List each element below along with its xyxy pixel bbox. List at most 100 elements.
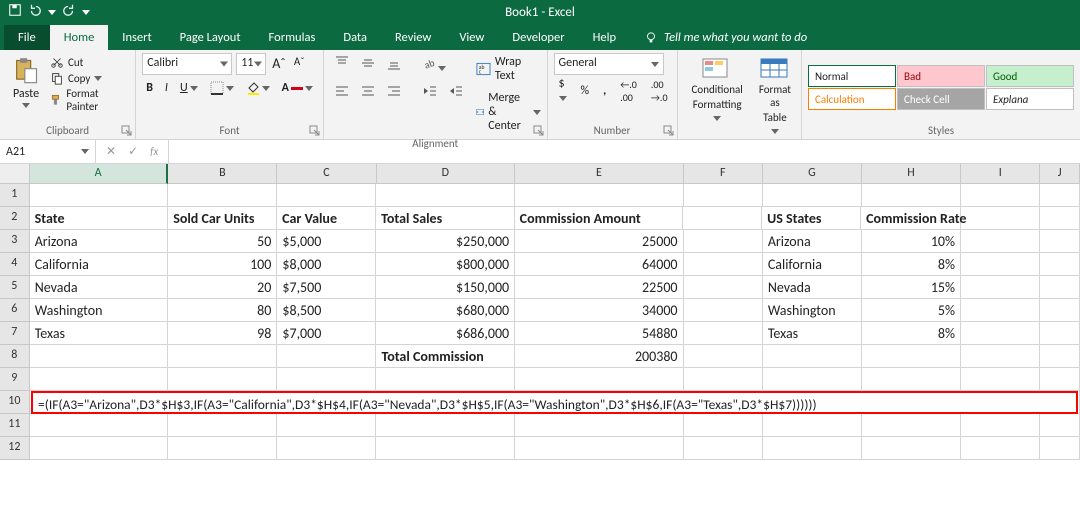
style-check-cell[interactable]: Check Cell <box>897 88 985 110</box>
cell[interactable] <box>277 345 376 368</box>
cell[interactable] <box>862 414 961 437</box>
cell[interactable] <box>961 368 1040 391</box>
row-header[interactable]: 4 <box>0 253 30 276</box>
style-normal[interactable]: Normal <box>808 65 896 87</box>
cell[interactable] <box>30 345 169 368</box>
row-header[interactable]: 3 <box>0 230 30 253</box>
cell[interactable]: 15% <box>862 276 961 299</box>
align-right-button[interactable] <box>382 81 406 105</box>
cell[interactable] <box>277 414 376 437</box>
cell[interactable]: Texas <box>763 322 862 345</box>
cell[interactable] <box>961 437 1040 460</box>
align-top-button[interactable] <box>330 53 354 77</box>
col-header[interactable]: E <box>515 164 683 184</box>
cell[interactable] <box>1040 253 1080 276</box>
cell[interactable] <box>376 184 515 207</box>
cut-button[interactable]: Cut <box>50 55 125 69</box>
redo-icon[interactable] <box>62 3 76 21</box>
cell[interactable] <box>1040 322 1080 345</box>
tab-page-layout[interactable]: Page Layout <box>166 25 255 50</box>
cell[interactable] <box>1040 207 1080 230</box>
cell[interactable] <box>961 276 1040 299</box>
font-size-shrink[interactable]: Aˇ <box>292 53 307 75</box>
cell[interactable]: 34000 <box>515 299 683 322</box>
cell[interactable] <box>30 437 169 460</box>
cell[interactable]: 64000 <box>515 253 683 276</box>
cell[interactable] <box>684 437 763 460</box>
insert-function-icon[interactable]: fx <box>150 145 158 158</box>
paste-button[interactable]: Paste <box>6 53 46 112</box>
cell[interactable] <box>1040 276 1080 299</box>
format-as-table-button[interactable]: Format as Table <box>751 53 799 141</box>
font-size-grow[interactable]: Aˆ <box>270 53 288 75</box>
cell[interactable] <box>277 368 376 391</box>
format-painter-button[interactable]: Format Painter <box>50 87 125 113</box>
row-header[interactable]: 6 <box>0 299 30 322</box>
cell[interactable] <box>862 184 961 207</box>
cell[interactable] <box>763 345 862 368</box>
cell[interactable] <box>684 345 763 368</box>
formula-input[interactable] <box>169 140 1080 163</box>
cell[interactable] <box>862 437 961 460</box>
bold-button[interactable]: B <box>142 79 157 97</box>
cell[interactable]: $250,000 <box>376 230 515 253</box>
tab-formulas[interactable]: Formulas <box>255 25 330 50</box>
clipboard-launcher-icon[interactable] <box>121 125 133 137</box>
cell[interactable]: 20 <box>168 276 277 299</box>
number-format-select[interactable]: General <box>554 53 664 75</box>
tab-review[interactable]: Review <box>381 25 445 50</box>
cell[interactable]: Sold Car Units <box>168 207 277 230</box>
cell[interactable] <box>684 368 763 391</box>
tab-view[interactable]: View <box>445 25 498 50</box>
col-header[interactable]: G <box>763 164 862 184</box>
cell[interactable]: $150,000 <box>376 276 515 299</box>
cell[interactable] <box>961 184 1040 207</box>
underline-button[interactable]: U <box>176 79 202 97</box>
percent-format-button[interactable]: % <box>576 82 595 100</box>
font-name-select[interactable]: Calibri <box>142 53 232 75</box>
cell[interactable] <box>684 276 763 299</box>
cell[interactable] <box>961 253 1040 276</box>
cell[interactable] <box>684 322 763 345</box>
tab-developer[interactable]: Developer <box>498 25 578 50</box>
cell[interactable]: Washington <box>30 299 169 322</box>
cell[interactable]: $8,000 <box>277 253 376 276</box>
cell[interactable] <box>1040 230 1080 253</box>
style-good[interactable]: Good <box>986 65 1074 87</box>
number-launcher-icon[interactable] <box>663 125 675 137</box>
cell[interactable]: $7,000 <box>277 322 376 345</box>
cell[interactable] <box>961 322 1040 345</box>
cell[interactable]: $5,000 <box>277 230 376 253</box>
col-header[interactable]: C <box>277 164 376 184</box>
cell[interactable]: Commission Rate <box>861 207 961 230</box>
font-size-select[interactable]: 11 <box>236 53 266 75</box>
cell[interactable] <box>515 184 683 207</box>
spreadsheet-grid[interactable]: A B C D E F G H I J 12StateSold Car Unit… <box>0 164 1080 460</box>
formula-display-cell[interactable]: =(IF(A3="Arizona",D3*$H$3,IF(A3="Califor… <box>31 391 1078 414</box>
comma-format-button[interactable]: , <box>598 82 611 100</box>
increase-indent-button[interactable] <box>444 81 468 105</box>
select-all-corner[interactable] <box>0 164 30 184</box>
decrease-decimal-button[interactable]: .00→.0 <box>646 76 673 106</box>
cell[interactable]: 200380 <box>515 345 683 368</box>
cell[interactable]: 22500 <box>515 276 683 299</box>
alignment-launcher-icon[interactable] <box>533 125 545 137</box>
col-header[interactable]: B <box>168 164 277 184</box>
cell[interactable]: Car Value <box>277 207 376 230</box>
tab-file[interactable]: File <box>4 25 50 50</box>
cell[interactable] <box>862 368 961 391</box>
cell[interactable]: California <box>763 253 862 276</box>
cell[interactable]: Arizona <box>30 230 169 253</box>
cell[interactable]: 10% <box>862 230 961 253</box>
row-header[interactable]: 5 <box>0 276 30 299</box>
cell[interactable]: Nevada <box>763 276 862 299</box>
cell[interactable]: $680,000 <box>376 299 515 322</box>
cell[interactable] <box>376 368 515 391</box>
cell[interactable] <box>515 414 683 437</box>
cell[interactable] <box>763 414 862 437</box>
cell[interactable] <box>684 414 763 437</box>
cell[interactable]: Arizona <box>763 230 862 253</box>
enter-formula-icon[interactable]: ✓ <box>128 144 138 159</box>
accounting-format-button[interactable]: $ <box>554 75 572 107</box>
cell[interactable]: 54880 <box>515 322 683 345</box>
